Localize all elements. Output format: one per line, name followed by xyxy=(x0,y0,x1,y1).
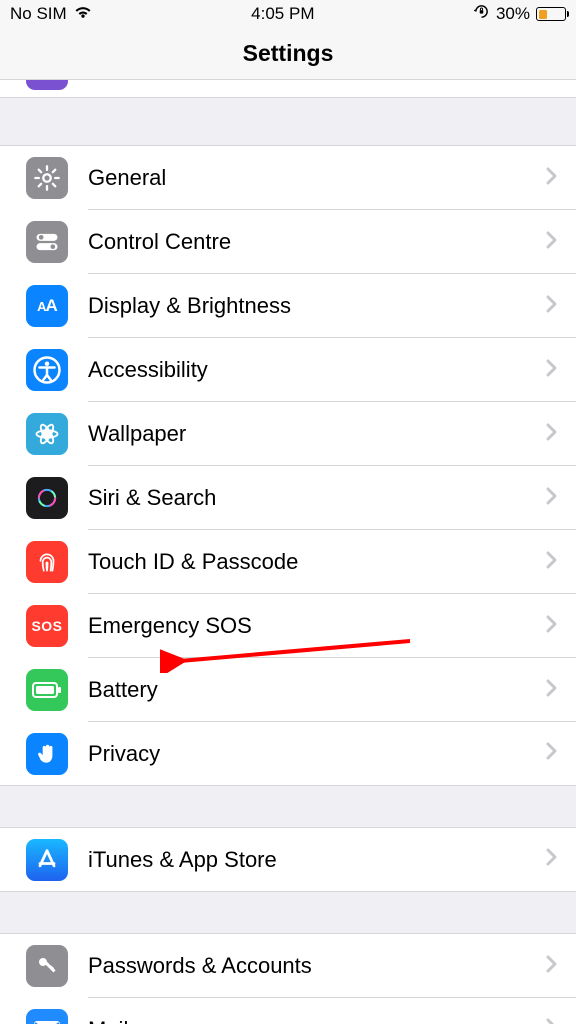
row-label: Control Centre xyxy=(88,229,538,255)
toggles-icon xyxy=(26,221,68,263)
battery-icon xyxy=(536,7,566,21)
row-label: Display & Brightness xyxy=(88,293,538,319)
row-label: Accessibility xyxy=(88,357,538,383)
section-gap xyxy=(0,98,576,146)
nav-bar: Settings xyxy=(0,28,576,80)
status-bar: No SIM 4:05 PM 30% xyxy=(0,0,576,28)
row-label: Battery xyxy=(88,677,538,703)
row-display[interactable]: AA Display & Brightness xyxy=(0,274,576,338)
row-accessibility[interactable]: Accessibility xyxy=(0,338,576,402)
status-time: 4:05 PM xyxy=(251,4,314,24)
mail-icon xyxy=(26,1009,68,1024)
chevron-right-icon xyxy=(546,955,558,978)
row-label: Mail xyxy=(88,1017,538,1024)
battery-icon xyxy=(26,669,68,711)
carrier-text: No SIM xyxy=(10,4,67,24)
orientation-lock-icon xyxy=(473,3,490,25)
row-passwords[interactable]: Passwords & Accounts xyxy=(0,934,576,998)
gear-icon xyxy=(26,157,68,199)
chevron-right-icon xyxy=(546,231,558,254)
row-siri[interactable]: Siri & Search xyxy=(0,466,576,530)
hourglass-icon xyxy=(26,80,68,90)
hand-icon xyxy=(26,733,68,775)
appstore-icon xyxy=(26,839,68,881)
chevron-right-icon xyxy=(546,295,558,318)
wifi-icon xyxy=(73,4,93,24)
fingerprint-icon xyxy=(26,541,68,583)
chevron-right-icon xyxy=(546,423,558,446)
settings-scroll[interactable]: Screen Time General Control Centre AA Displ… xyxy=(0,80,576,1024)
row-mail[interactable]: Mail xyxy=(0,998,576,1024)
row-appstore[interactable]: iTunes & App Store xyxy=(0,828,576,892)
aa-icon: AA xyxy=(26,285,68,327)
settings-group-1: General Control Centre AA Display & Brightn… xyxy=(0,146,576,786)
universal-icon xyxy=(26,349,68,391)
row-privacy[interactable]: Privacy xyxy=(0,722,576,786)
row-label: Emergency SOS xyxy=(88,613,538,639)
row-wallpaper[interactable]: Wallpaper xyxy=(0,402,576,466)
row-label: General xyxy=(88,165,538,191)
row-label: Touch ID & Passcode xyxy=(88,549,538,575)
chevron-right-icon xyxy=(546,679,558,702)
chevron-right-icon xyxy=(546,848,558,871)
chevron-right-icon xyxy=(546,551,558,574)
row-label: Wallpaper xyxy=(88,421,538,447)
chevron-right-icon xyxy=(546,742,558,765)
chevron-right-icon xyxy=(546,615,558,638)
row-screen-time[interactable]: Screen Time xyxy=(0,80,576,98)
page-title: Settings xyxy=(243,40,334,67)
row-control-centre[interactable]: Control Centre xyxy=(0,210,576,274)
section-gap xyxy=(0,786,576,828)
chevron-right-icon xyxy=(546,359,558,382)
chevron-right-icon xyxy=(546,1018,558,1024)
row-battery[interactable]: Battery xyxy=(0,658,576,722)
chevron-right-icon xyxy=(546,80,558,81)
row-label: iTunes & App Store xyxy=(88,847,538,873)
row-touchid[interactable]: Touch ID & Passcode xyxy=(0,530,576,594)
chevron-right-icon xyxy=(546,167,558,190)
flower-icon xyxy=(26,413,68,455)
key-icon xyxy=(26,945,68,987)
row-label: Siri & Search xyxy=(88,485,538,511)
battery-percent: 30% xyxy=(496,4,530,24)
row-label: Privacy xyxy=(88,741,538,767)
settings-group-3: Passwords & Accounts Mail xyxy=(0,934,576,1024)
row-sos[interactable]: SOS Emergency SOS xyxy=(0,594,576,658)
siri-icon xyxy=(26,477,68,519)
section-gap xyxy=(0,892,576,934)
settings-group-2: iTunes & App Store xyxy=(0,828,576,892)
chevron-right-icon xyxy=(546,487,558,510)
row-label: Passwords & Accounts xyxy=(88,953,538,979)
row-general[interactable]: General xyxy=(0,146,576,210)
sos-icon: SOS xyxy=(26,605,68,647)
